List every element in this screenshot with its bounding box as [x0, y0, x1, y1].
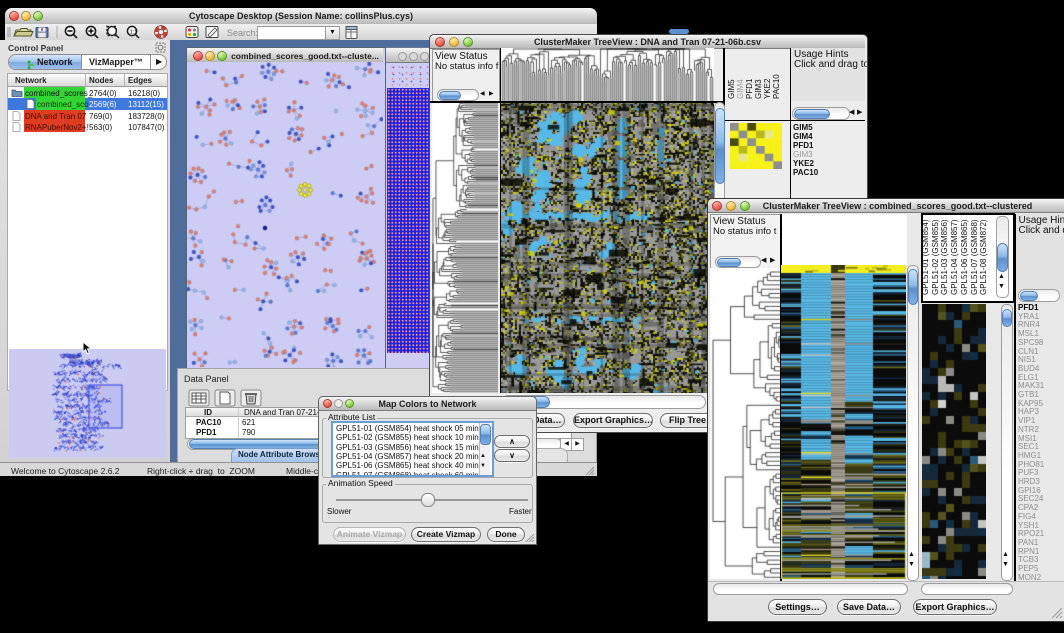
svg-text:1:1: 1:1: [130, 29, 138, 35]
